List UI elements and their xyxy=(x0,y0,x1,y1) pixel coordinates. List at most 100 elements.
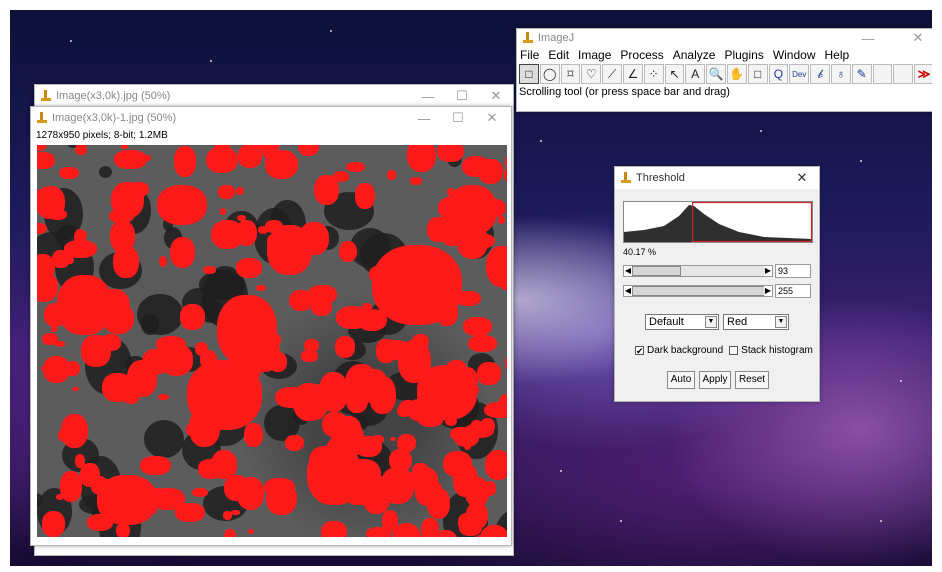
threshold-overlay-region xyxy=(231,509,240,515)
menu-plugins[interactable]: Plugins xyxy=(724,48,763,62)
auto-button[interactable]: Auto xyxy=(667,371,695,389)
image-dark-region xyxy=(141,313,160,335)
close-icon[interactable]: ✕ xyxy=(901,29,935,47)
threshold-overlay-region xyxy=(224,529,237,537)
minimize-icon[interactable]: — xyxy=(851,29,885,47)
magnifier-tool-icon[interactable]: 🔍 xyxy=(706,64,726,84)
close-icon[interactable]: ✕ xyxy=(785,167,819,189)
pencil-tool-icon[interactable]: ✎ xyxy=(851,64,872,84)
stamp-tool-icon[interactable]: ♁ xyxy=(830,64,851,84)
color-picker-tool-icon[interactable]: □ xyxy=(747,64,768,84)
star xyxy=(900,380,902,382)
menu-image[interactable]: Image xyxy=(578,48,611,62)
polygon-tool-icon[interactable]: ⌑ xyxy=(560,64,581,84)
threshold-overlay-region xyxy=(41,332,58,346)
threshold-overlay-region xyxy=(109,208,134,224)
hand-tool-icon[interactable]: ✋ xyxy=(726,64,747,84)
slider-left-arrow-icon[interactable]: ◀ xyxy=(624,266,632,276)
minimize-icon[interactable]: — xyxy=(407,107,441,129)
threshold-titlebar[interactable]: Threshold ✕ xyxy=(615,167,819,189)
imagej-main-window[interactable]: ImageJ — ✕ File Edit Image Process Analyze Pl… xyxy=(516,28,936,112)
threshold-overlay-region xyxy=(200,396,210,404)
threshold-overlay-region xyxy=(186,420,214,438)
threshold-overlay-region xyxy=(219,207,226,215)
threshold-display-select[interactable]: Red ▼ xyxy=(723,314,789,330)
slider-right-arrow-icon[interactable]: ▶ xyxy=(764,266,772,276)
threshold-method-select[interactable]: Default ▼ xyxy=(645,314,719,330)
menu-analyze[interactable]: Analyze xyxy=(673,48,716,62)
threshold-overlay-region xyxy=(42,511,66,537)
min-slider-thumb[interactable] xyxy=(632,266,681,276)
threshold-overlay-region xyxy=(368,264,395,284)
close-icon[interactable]: ✕ xyxy=(479,85,513,107)
freehand-tool-icon[interactable]: ♡ xyxy=(581,64,602,84)
threshold-overlay-region xyxy=(87,514,114,532)
angle-tool-icon[interactable]: ∠ xyxy=(622,64,643,84)
star xyxy=(70,40,72,42)
blank-tool-1-icon[interactable] xyxy=(872,64,893,84)
reset-button[interactable]: Reset xyxy=(735,371,769,389)
thresholded-image-canvas[interactable] xyxy=(37,145,507,537)
maximize-icon[interactable]: ☐ xyxy=(441,107,475,129)
dev-tool-icon[interactable]: Dev xyxy=(789,64,810,84)
maximize-icon[interactable]: ☐ xyxy=(445,85,479,107)
stack-histogram-checkbox[interactable] xyxy=(729,346,739,355)
star xyxy=(330,30,332,32)
min-threshold-value[interactable]: 93 xyxy=(775,264,811,278)
threshold-overlay-region xyxy=(65,256,74,264)
image-window-back-titlebar[interactable]: Image(x3,0k).jpg (50%) — ☐ ✕ xyxy=(35,85,513,107)
dark-background-label: Dark background xyxy=(647,345,724,356)
menu-help[interactable]: Help xyxy=(825,48,850,62)
threshold-overlay-region xyxy=(285,435,305,452)
menu-window[interactable]: Window xyxy=(773,48,816,62)
max-threshold-value[interactable]: 255 xyxy=(775,284,811,298)
threshold-overlay-region xyxy=(206,146,238,174)
threshold-overlay-region xyxy=(411,463,429,479)
threshold-dialog[interactable]: Threshold ✕ 40.17 % ◀ ▶ 93 ◀ ▶ 255 Defau… xyxy=(614,166,820,402)
imagej-titlebar[interactable]: ImageJ — ✕ xyxy=(517,29,935,47)
threshold-overlay-region xyxy=(381,509,398,532)
image-window-front[interactable]: Image(x3,0k)-1.jpg (50%) — ☐ ✕ 1278x950 … xyxy=(30,106,512,546)
slider-left-arrow-icon[interactable]: ◀ xyxy=(624,286,632,296)
threshold-overlay-region xyxy=(158,256,168,268)
star xyxy=(540,140,542,142)
max-slider-thumb[interactable] xyxy=(632,286,766,296)
threshold-overlay-region xyxy=(86,295,107,312)
text-tool-icon[interactable]: A xyxy=(685,64,706,84)
threshold-overlay-region xyxy=(355,183,376,209)
apply-button[interactable]: Apply xyxy=(699,371,731,389)
menu-process[interactable]: Process xyxy=(620,48,663,62)
menu-file[interactable]: File xyxy=(520,48,539,62)
dark-background-checkbox[interactable]: ✔ xyxy=(635,346,644,356)
image-window-front-titlebar[interactable]: Image(x3,0k)-1.jpg (50%) — ☐ ✕ xyxy=(31,107,511,129)
line-tool-icon[interactable]: ⟋ xyxy=(602,64,622,84)
rectangle-tool-icon[interactable]: □ xyxy=(519,64,539,84)
threshold-overlay-region xyxy=(113,246,139,279)
threshold-overlay-region xyxy=(329,419,346,441)
brush-tool-icon[interactable]: 𝒷 xyxy=(810,64,830,84)
close-icon[interactable]: ✕ xyxy=(475,107,509,129)
threshold-overlay-region xyxy=(477,362,501,386)
threshold-overlay-region xyxy=(398,399,418,415)
zoom-tool-icon[interactable]: Q xyxy=(768,64,789,84)
blank-tool-2-icon[interactable] xyxy=(893,64,914,84)
image-dark-region xyxy=(99,165,113,178)
threshold-overlay-region xyxy=(334,336,356,358)
threshold-overlay-region xyxy=(37,145,47,152)
minimize-icon[interactable]: — xyxy=(411,85,445,107)
oval-tool-icon[interactable]: ◯ xyxy=(539,64,560,84)
menu-edit[interactable]: Edit xyxy=(548,48,569,62)
min-threshold-slider[interactable]: ◀ ▶ xyxy=(623,265,773,277)
point-tool-icon[interactable]: ⁘ xyxy=(643,64,664,84)
more-tools-icon[interactable]: ≫ xyxy=(914,64,934,84)
max-threshold-slider[interactable]: ◀ ▶ xyxy=(623,285,773,297)
threshold-overlay-region xyxy=(62,282,77,295)
threshold-overlay-region xyxy=(383,480,396,493)
threshold-overlay-region xyxy=(386,170,396,180)
threshold-overlay-region xyxy=(301,350,318,362)
threshold-overlay-region xyxy=(338,240,358,263)
slider-right-arrow-icon[interactable]: ▶ xyxy=(764,286,772,296)
wand-tool-icon[interactable]: ↖ xyxy=(664,64,685,84)
imagej-logo-icon xyxy=(37,112,47,124)
threshold-overlay-region xyxy=(179,303,205,330)
